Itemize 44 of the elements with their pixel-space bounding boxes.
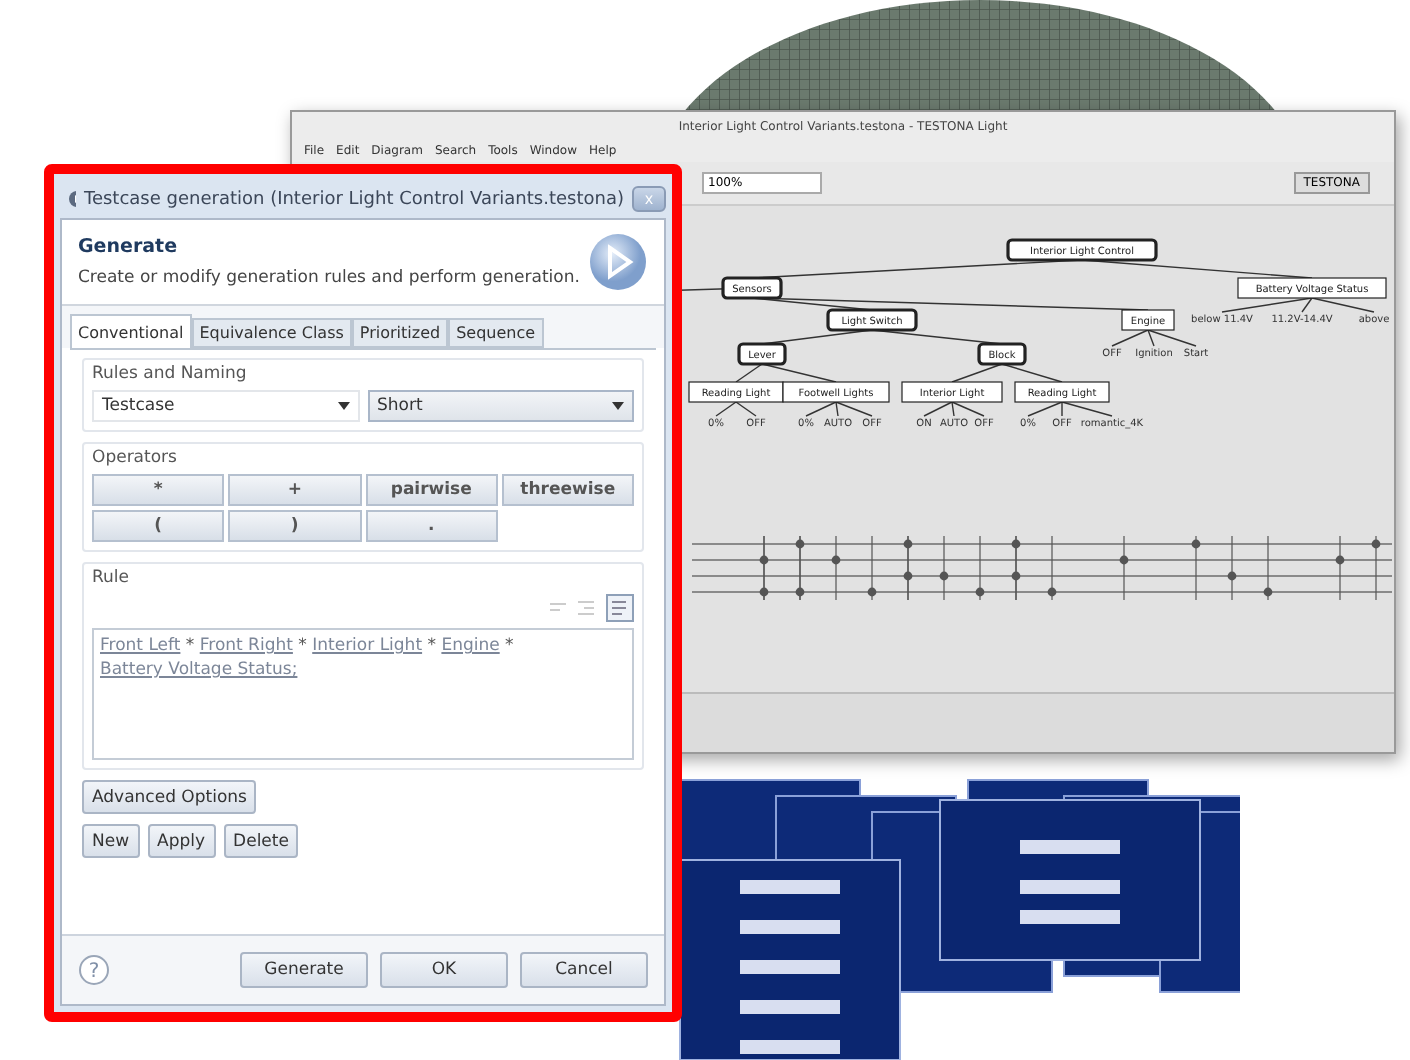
caret-icon (337, 402, 349, 410)
operator-button[interactable]: threewise (501, 474, 634, 506)
tab[interactable]: Sequence (448, 318, 544, 348)
group-label: Operators (92, 448, 179, 468)
tree-connector (951, 363, 1003, 383)
dialog-button[interactable]: Cancel (520, 952, 648, 988)
rule-term-link[interactable]: Battery Voltage Status; (100, 660, 298, 680)
app-icon (68, 190, 76, 208)
operator-button[interactable]: * (92, 474, 225, 506)
operator-button[interactable]: ( (92, 510, 225, 542)
operator-button[interactable]: pairwise (365, 474, 498, 506)
format-icon[interactable] (606, 594, 634, 622)
operator-button[interactable]: ) (228, 510, 361, 542)
group-label: Rule (92, 568, 132, 588)
rule-action-button[interactable]: Delete (223, 824, 299, 858)
rule-term-link[interactable]: Engine (441, 636, 500, 656)
rule-operator: * (185, 636, 195, 656)
indent-icon (578, 600, 594, 616)
dialog-title: Testcase generation (Interior Light Control Variants.testona) (83, 189, 624, 209)
dialog-button[interactable]: Generate (240, 952, 368, 988)
operator-button[interactable]: + (228, 474, 361, 506)
operator-button[interactable]: . (365, 510, 498, 542)
tab[interactable]: Prioritized (351, 318, 449, 348)
rule-term-link[interactable]: Front Right (199, 636, 293, 656)
dropdown[interactable]: Testcase (92, 390, 359, 422)
tab[interactable]: Equivalence Class (191, 318, 352, 348)
rule-action-button[interactable]: New (82, 824, 140, 858)
rule-operator: * (298, 636, 307, 656)
rule-operator: * (505, 636, 514, 656)
dialog-button[interactable]: OK (380, 952, 508, 988)
advanced-options-button[interactable]: Advanced Options (82, 780, 257, 814)
rule-term-link[interactable]: Interior Light (312, 636, 423, 656)
group-label: Rules and Naming (92, 364, 249, 384)
tab[interactable]: Conventional (70, 314, 192, 348)
caret-icon (612, 402, 624, 410)
play-icon (588, 232, 648, 292)
dialog-description: Create or modify generation rules and perform generation. (78, 268, 582, 288)
rule-action-button[interactable]: Apply (147, 824, 216, 858)
rule-operator: * (427, 636, 436, 656)
dropdown[interactable]: Short (367, 390, 634, 422)
dialog-heading: Generate (78, 236, 180, 258)
rule-term-link[interactable]: Front Left (100, 636, 181, 656)
align-icon (550, 600, 566, 616)
rule-text-area[interactable]: Front Left * Front Right * Interior Light * Engine * Battery Voltage Status; (92, 628, 634, 760)
